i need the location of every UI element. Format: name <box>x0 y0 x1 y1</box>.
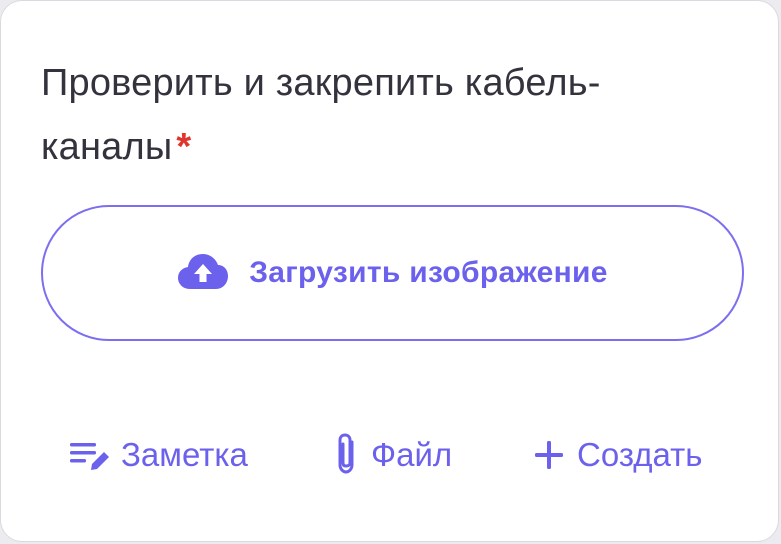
plus-icon <box>531 437 567 473</box>
create-button[interactable]: Создать <box>531 425 702 485</box>
upload-image-button[interactable]: Загрузить изображение <box>41 205 744 341</box>
task-card: Проверить и закрепить кабель-каналы * Заг… <box>0 0 779 542</box>
note-button[interactable]: Заметка <box>69 425 248 485</box>
task-title: Проверить и закрепить кабель-каналы * <box>41 51 721 179</box>
file-button-label: Файл <box>371 436 453 473</box>
file-button[interactable]: Файл <box>331 425 452 485</box>
note-edit-icon <box>69 437 111 473</box>
upload-image-label: Загрузить изображение <box>249 256 608 289</box>
action-bar: Заметка Файл Создать <box>1 425 781 485</box>
create-button-label: Создать <box>577 436 703 473</box>
task-title-text: Проверить и закрепить кабель-каналы <box>41 62 601 168</box>
note-button-label: Заметка <box>121 436 248 473</box>
cloud-upload-icon <box>177 253 229 293</box>
required-marker: * <box>176 126 192 168</box>
paperclip-icon <box>331 432 361 478</box>
